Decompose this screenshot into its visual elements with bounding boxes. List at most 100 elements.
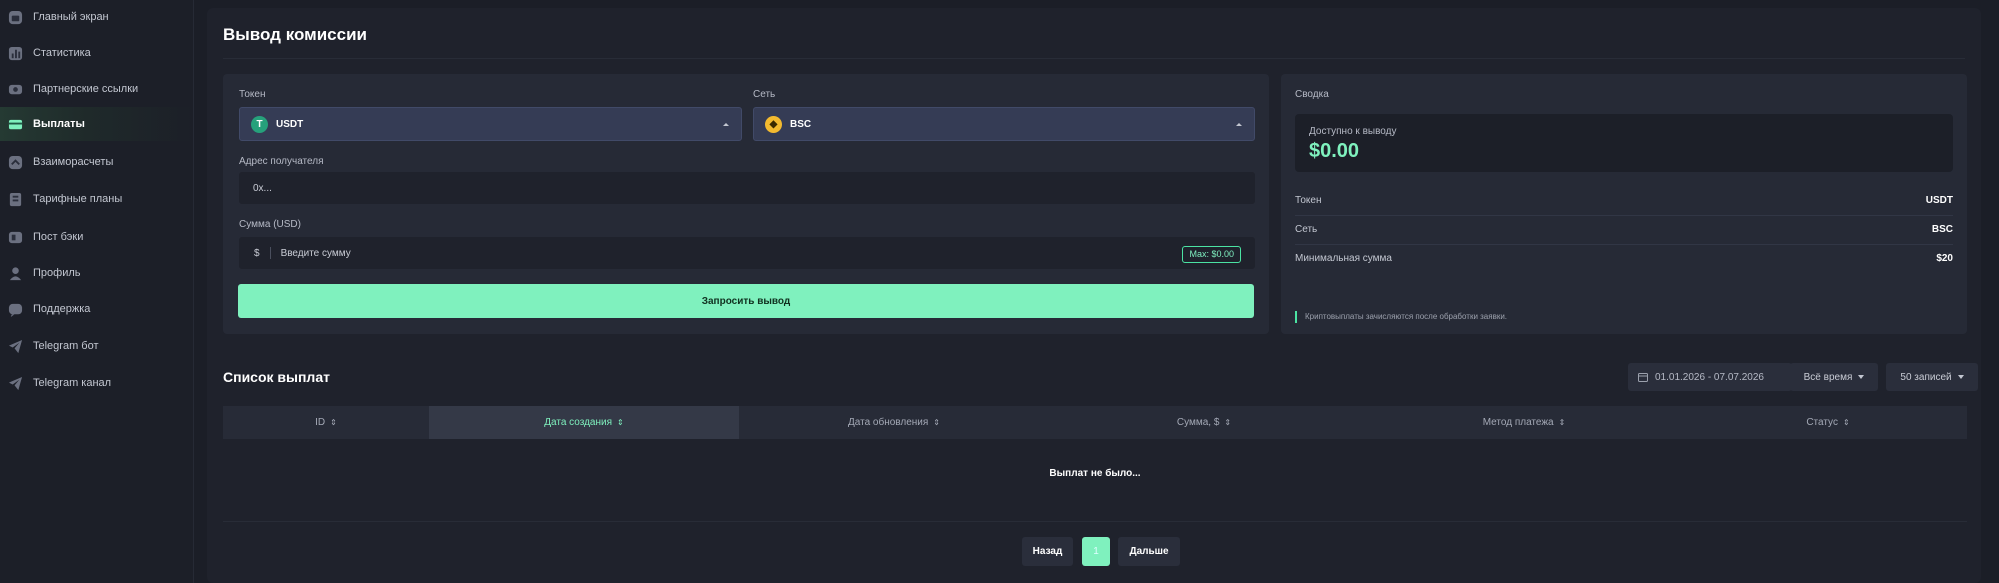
network-label: Сеть	[753, 89, 776, 100]
sidebar-item-statistics[interactable]: Статистика	[0, 36, 193, 70]
summary-row-key: Сеть	[1295, 224, 1318, 235]
sidebar-item-label: Telegram бот	[33, 340, 99, 352]
bnb-coin-icon: ◆	[765, 115, 782, 133]
chevron-up-icon	[1236, 123, 1242, 126]
sort-icon: ⇕	[1842, 418, 1850, 427]
sidebar-item-telegram-channel[interactable]: Telegram канал	[0, 366, 193, 400]
summary-row-min-amount: Минимальная сумма $20	[1295, 245, 1953, 273]
telegram-icon	[8, 376, 23, 391]
amount-input[interactable]: $ Введите сумму Max: $0.00	[239, 237, 1255, 269]
sort-icon: ⇕	[933, 418, 940, 427]
sidebar-item-label: Взаиморасчеты	[33, 156, 114, 168]
empty-state: Выплат не было...	[1049, 468, 1141, 479]
available-balance-box: Доступно к выводу $0.00	[1295, 114, 1953, 172]
token-select-value: USDT	[276, 118, 304, 130]
home-icon	[8, 10, 23, 25]
column-label: Дата обновления	[847, 417, 929, 428]
sidebar-item-settlements[interactable]: Взаиморасчеты	[0, 145, 193, 179]
usdt-coin-icon: T	[251, 115, 268, 133]
column-payment-method[interactable]: Метод платежа ⇕	[1359, 406, 1689, 439]
settlement-icon	[8, 155, 23, 170]
divider	[223, 521, 1967, 522]
sidebar-item-telegram-bot[interactable]: Telegram бот	[0, 329, 193, 363]
prefix-divider	[269, 247, 271, 259]
divider	[223, 58, 1965, 59]
sidebar-item-label: Тарифные планы	[33, 193, 123, 205]
sidebar-item-label: Партнерские ссылки	[33, 83, 139, 95]
column-label: Сумма, $	[1176, 417, 1220, 428]
amount-label: Сумма (USD)	[239, 219, 301, 230]
column-updated-date[interactable]: Дата обновления ⇕	[739, 406, 1049, 439]
sidebar-item-profile[interactable]: Профиль	[0, 256, 193, 290]
date-range-picker[interactable]: 01.01.2026 - 07.07.2026	[1628, 363, 1792, 391]
column-amount[interactable]: Сумма, $ ⇕	[1049, 406, 1359, 439]
main-panel: Вывод комиссии Токен T USDT Сеть ◆ BSC А…	[207, 8, 1981, 583]
network-select-value: BSC	[790, 118, 812, 130]
summary-row-value: BSC	[1931, 224, 1953, 235]
sidebar-item-postbacks[interactable]: Пост бэки	[0, 220, 193, 254]
next-page-button[interactable]: Дальше	[1118, 537, 1180, 566]
sidebar-item-label: Главный экран	[33, 11, 109, 23]
date-range-value: 01.01.2026 - 07.07.2026	[1655, 371, 1764, 383]
support-icon	[8, 302, 23, 317]
sidebar-item-label: Профиль	[33, 267, 81, 279]
summary-title: Сводка	[1295, 89, 1329, 100]
address-label: Адрес получателя	[239, 156, 324, 167]
payouts-title: Список выплат	[223, 369, 330, 385]
chevron-down-icon	[1858, 375, 1865, 379]
column-status[interactable]: Статус ⇕	[1689, 406, 1967, 439]
sidebar-item-label: Telegram канал	[33, 377, 112, 389]
sidebar: Главный экран Статистика Партнерские ссы…	[0, 0, 194, 583]
wallet-icon	[8, 117, 23, 132]
address-input[interactable]: 0x...	[239, 172, 1255, 204]
address-placeholder: 0x...	[253, 182, 272, 194]
user-icon	[8, 266, 23, 281]
chevron-down-icon	[1957, 375, 1964, 379]
page-size-dropdown[interactable]: 50 записей	[1886, 363, 1978, 391]
request-withdrawal-button[interactable]: Запросить вывод	[238, 284, 1254, 318]
column-label: Статус	[1806, 417, 1838, 428]
sidebar-item-label: Выплаты	[33, 118, 85, 130]
token-select[interactable]: T USDT	[239, 107, 742, 141]
sidebar-item-home[interactable]: Главный экран	[0, 0, 193, 34]
telegram-icon	[8, 339, 23, 354]
payout-note: Криптовыплаты зачисляются после обработк…	[1295, 311, 1507, 323]
network-select[interactable]: ◆ BSC	[753, 107, 1255, 141]
max-amount-button[interactable]: Max: $0.00	[1182, 246, 1241, 263]
page-size-value: 50 записей	[1900, 371, 1952, 383]
sidebar-item-label: Пост бэки	[33, 231, 84, 243]
plans-icon	[8, 192, 23, 207]
sort-icon: ⇕	[1224, 418, 1232, 427]
available-label: Доступно к выводу	[1309, 126, 1397, 137]
period-value: Всё время	[1803, 371, 1853, 383]
page-1-button[interactable]: 1	[1082, 537, 1110, 566]
period-dropdown[interactable]: Всё время	[1790, 363, 1878, 391]
sort-icon: ⇕	[1558, 418, 1566, 427]
summary-row-key: Токен	[1295, 195, 1322, 206]
column-label: Дата создания	[544, 417, 613, 428]
sidebar-item-partner-links[interactable]: Партнерские ссылки	[0, 72, 193, 106]
chevron-up-icon	[723, 123, 729, 126]
summary-row-value: $20	[1936, 253, 1953, 264]
summary-card: Сводка Доступно к выводу $0.00 Токен USD…	[1281, 74, 1967, 334]
column-label: ID	[315, 417, 326, 428]
summary-row-network: Сеть BSC	[1295, 216, 1953, 245]
postback-icon	[8, 230, 23, 245]
summary-row-value: USDT	[1925, 195, 1953, 206]
column-created-date[interactable]: Дата создания ⇕	[429, 406, 739, 439]
payouts-table-header: ID ⇕ Дата создания ⇕ Дата обновления ⇕ Сумм…	[223, 406, 1967, 439]
sidebar-item-payouts[interactable]: Выплаты	[0, 107, 193, 141]
column-label: Метод платежа	[1482, 417, 1554, 428]
sidebar-item-plans[interactable]: Тарифные планы	[0, 182, 193, 216]
sort-icon: ⇕	[330, 418, 337, 427]
sidebar-item-support[interactable]: Поддержка	[0, 292, 193, 326]
column-id[interactable]: ID ⇕	[223, 406, 429, 439]
prev-page-button[interactable]: Назад	[1022, 537, 1073, 566]
chart-icon	[8, 46, 23, 61]
available-value: $0.00	[1309, 140, 1360, 162]
calendar-icon	[1638, 373, 1648, 382]
page-title: Вывод комиссии	[223, 25, 367, 44]
link-icon	[8, 82, 23, 97]
sidebar-item-label: Статистика	[33, 47, 91, 59]
amount-placeholder: Введите сумму	[280, 247, 351, 259]
